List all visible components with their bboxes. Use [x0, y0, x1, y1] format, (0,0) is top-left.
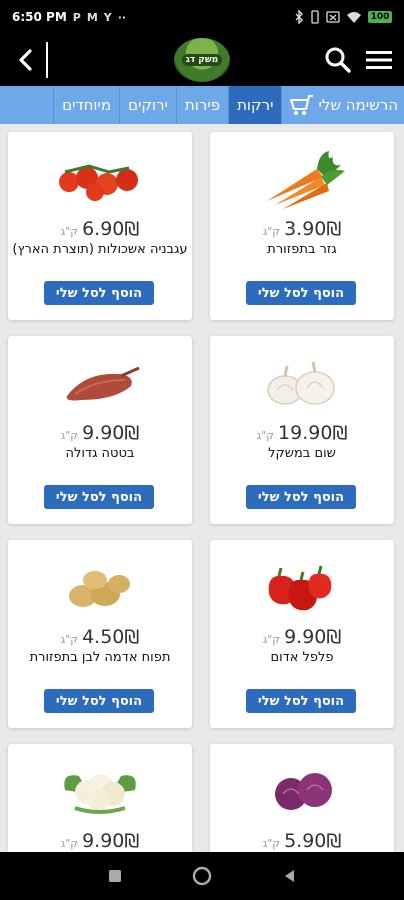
add-to-cart-button[interactable]: הוסף לסל שלי [246, 485, 356, 509]
status-right: 100 [294, 10, 392, 24]
product-price: 6.90₪ [82, 218, 140, 240]
product-card[interactable]: ק"ג 9.90₪ בטטה גדולה הוסף לסל שלי [8, 336, 192, 524]
red-pepper-image [210, 552, 394, 622]
status-time: 6:50 PM [12, 10, 67, 24]
add-to-cart-button[interactable]: הוסף לסל שלי [246, 689, 356, 713]
back-icon [19, 49, 32, 71]
price-row: ק"ג 9.90₪ [210, 626, 394, 648]
status-icon-more: ·· [117, 10, 127, 24]
wifi-icon [347, 12, 361, 23]
price-unit: ק"ג [262, 633, 281, 646]
menu-icon [366, 51, 392, 69]
price-row: ק"ג 5.90₪ [210, 830, 394, 852]
recents-icon[interactable] [108, 869, 122, 883]
store-logo[interactable]: משק דג [174, 38, 230, 82]
product-name: עגבניה אשכולות (תוצרת הארץ) [12, 242, 188, 257]
price-unit: ק"ג [60, 225, 79, 238]
product-name: פלפל אדום [270, 650, 334, 665]
price-row: ק"ג 19.90₪ [210, 422, 394, 444]
tab-specials[interactable]: מיוחדים [53, 86, 119, 124]
add-to-cart-button[interactable]: הוסף לסל שלי [44, 689, 154, 713]
product-name: שום במשקל [268, 446, 336, 461]
tomatoes-image [8, 144, 192, 214]
price-row: ק"ג 4.50₪ [8, 626, 192, 648]
tab-fruits[interactable]: פירות [175, 86, 228, 124]
price-unit: ק"ג [60, 837, 79, 850]
product-price: 19.90₪ [278, 422, 348, 444]
tab-vegetables-label: ירקות [237, 96, 274, 114]
product-price: 3.90₪ [284, 218, 342, 240]
cauliflower-image [8, 756, 192, 826]
status-icon-m: M [86, 10, 98, 24]
battery-indicator: 100 [368, 11, 392, 23]
system-nav-bar [0, 852, 404, 900]
product-grid: ק"ג 3.90₪ גזר בתפזורת הוסף לסל שלי ק"ג 6… [0, 124, 404, 852]
tab-greens-label: ירוקים [128, 96, 168, 114]
product-price: 5.90₪ [284, 830, 342, 852]
price-row: ק"ג 3.90₪ [210, 218, 394, 240]
price-row: ק"ג 6.90₪ [8, 218, 192, 240]
sim-icon [326, 11, 340, 23]
product-price: 9.90₪ [284, 626, 342, 648]
price-unit: ק"ג [262, 225, 281, 238]
tab-my-list-label: הרשימה שלי [318, 96, 398, 114]
garlic-image [210, 348, 394, 418]
potatoes-image [8, 552, 192, 622]
carrots-image [210, 144, 394, 214]
cart-icon [290, 95, 314, 115]
product-card[interactable]: ק"ג 9.90₪ [8, 744, 192, 852]
tab-my-list[interactable]: הרשימה שלי [281, 86, 404, 124]
status-icon-y: Y [103, 10, 112, 24]
add-to-cart-button[interactable]: הוסף לסל שלי [246, 281, 356, 305]
menu-button[interactable] [364, 48, 394, 72]
product-price: 4.50₪ [82, 626, 140, 648]
product-name: בטטה גדולה [65, 446, 135, 461]
tab-fruits-label: פירות [184, 96, 221, 114]
product-card[interactable]: ק"ג 6.90₪ עגבניה אשכולות (תוצרת הארץ) הו… [8, 132, 192, 320]
search-button[interactable] [324, 46, 352, 74]
add-to-cart-button[interactable]: הוסף לסל שלי [44, 485, 154, 509]
product-card[interactable]: ק"ג 5.90₪ [210, 744, 394, 852]
add-to-cart-button[interactable]: הוסף לסל שלי [44, 281, 154, 305]
tab-greens[interactable]: ירוקים [119, 86, 176, 124]
status-bar: 6:50 PM P M Y ·· 100 [0, 0, 404, 34]
product-price: 9.90₪ [82, 830, 140, 852]
price-unit: ק"ג [262, 837, 281, 850]
logo-text: משק דג [181, 54, 223, 66]
product-name: תפוח אדמה לבן בתפזורת [29, 650, 171, 665]
search-icon [325, 47, 351, 73]
price-unit: ק"ג [256, 429, 275, 442]
status-left: 6:50 PM P M Y ·· [12, 10, 126, 24]
category-tabs: הרשימה שלי ירקות פירות ירוקים מיוחדים [0, 86, 404, 124]
product-card[interactable]: ק"ג 4.50₪ תפוח אדמה לבן בתפזורת הוסף לסל… [8, 540, 192, 728]
product-card[interactable]: ק"ג 9.90₪ פלפל אדום הוסף לסל שלי [210, 540, 394, 728]
product-name: גזר בתפזורת [267, 242, 337, 257]
vibrate-icon [311, 10, 319, 24]
red-cabbage-image [210, 756, 394, 826]
app-header: משק דג [0, 34, 404, 86]
header-divider [46, 42, 48, 78]
home-icon[interactable] [192, 866, 212, 886]
tab-vegetables[interactable]: ירקות [228, 86, 282, 124]
product-price: 9.90₪ [82, 422, 140, 444]
price-row: ק"ג 9.90₪ [8, 422, 192, 444]
product-card[interactable]: ק"ג 19.90₪ שום במשקל הוסף לסל שלי [210, 336, 394, 524]
price-row: ק"ג 9.90₪ [8, 830, 192, 852]
back-button[interactable] [10, 46, 40, 74]
price-unit: ק"ג [60, 633, 79, 646]
product-card[interactable]: ק"ג 3.90₪ גזר בתפזורת הוסף לסל שלי [210, 132, 394, 320]
price-unit: ק"ג [60, 429, 79, 442]
nav-back-icon[interactable] [282, 868, 296, 884]
tab-specials-label: מיוחדים [62, 96, 112, 114]
bluetooth-icon [295, 10, 303, 24]
status-icon-p: P [72, 10, 81, 24]
sweet-potato-image [8, 348, 192, 418]
